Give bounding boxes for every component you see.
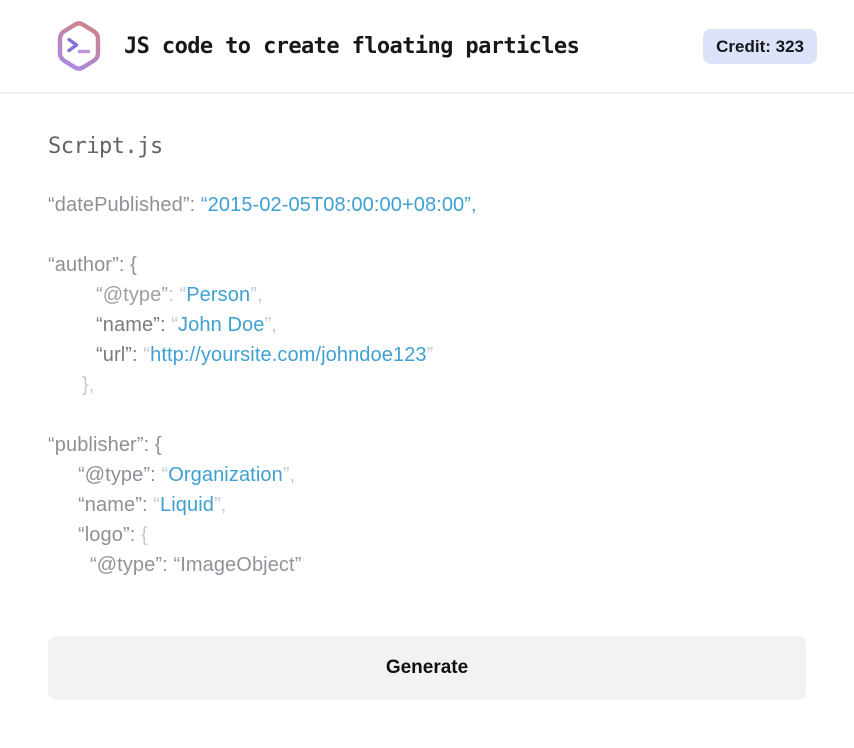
code-line: “url”: “http://yoursite.com/johndoe123”	[96, 344, 434, 366]
code-line: “publisher”: {	[48, 434, 162, 456]
main-content: Script.js “datePublished”: “2015-02-05T0…	[0, 132, 854, 700]
code-line: “name”: “John Doe”,	[96, 314, 277, 336]
credit-badge: Credit: 323	[703, 28, 817, 64]
file-title: Script.js	[48, 134, 163, 159]
code-line: “@type”: “Organization”,	[78, 464, 296, 486]
code-line: “logo”: {	[78, 524, 148, 546]
code-line: “@type”: “Person”,	[96, 284, 263, 306]
code-line: “name”: “Liquid”,	[78, 494, 227, 516]
terminal-hexagon-icon	[57, 21, 101, 71]
code-line: “author”: {	[48, 254, 137, 276]
generate-button[interactable]: Generate	[48, 636, 806, 700]
page-title: JS code to create floating particles	[124, 33, 580, 59]
code-block: “datePublished”: “2015-02-05T08:00:00+08…	[48, 190, 806, 580]
code-line: “@type”: “ImageObject”	[90, 554, 302, 576]
code-line: “datePublished”: “2015-02-05T08:00:00+08…	[48, 194, 477, 216]
code-line: },	[82, 374, 95, 396]
header: JS code to create floating particles Cre…	[0, 0, 854, 94]
